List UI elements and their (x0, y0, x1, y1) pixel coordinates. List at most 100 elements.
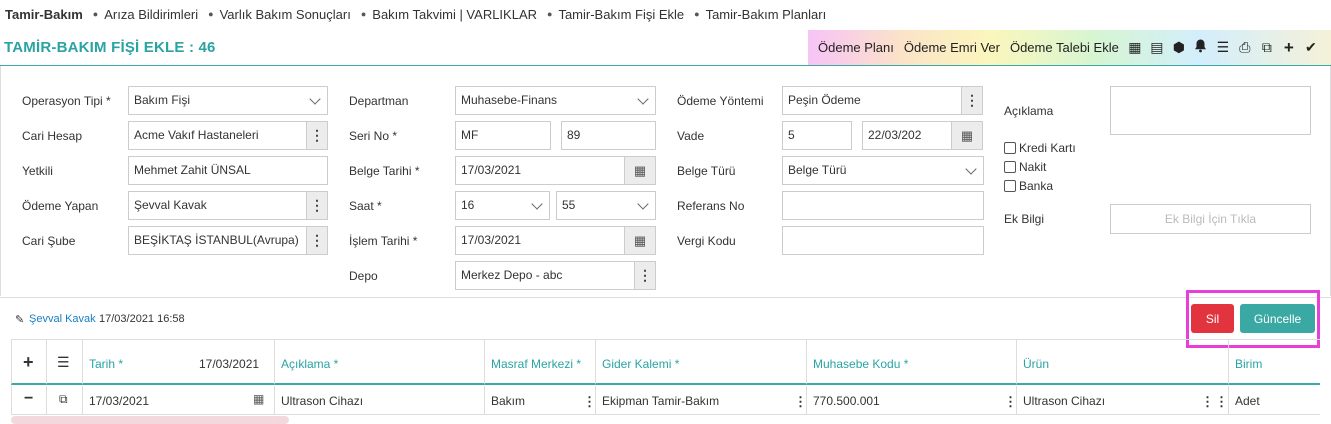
belge-tarihi-input[interactable]: 17/03/2021 (455, 156, 625, 185)
nav-item-planlar[interactable]: Tamir-Bakım Planları (706, 7, 827, 22)
aciklama-header-label: Açıklama * (281, 357, 339, 371)
kebab-icon[interactable]: ⋮ (794, 394, 807, 410)
audit-bar: ✎ Şevval Kavak 17/03/2021 16:58 Sil Günc… (0, 297, 1331, 339)
departman-label: Departman (349, 94, 409, 108)
aciklama-textarea[interactable] (1110, 86, 1311, 135)
ek-bilgi-button[interactable]: Ek Bilgi İçin Tıkla (1110, 204, 1311, 234)
banka-checkbox[interactable]: Banka (1004, 179, 1053, 193)
vergi-kodu-label: Vergi Kodu (677, 234, 736, 248)
calendar-icon[interactable]: ▦ (253, 392, 264, 406)
odeme-plani-link[interactable]: Ödeme Planı (808, 40, 899, 55)
kredi-karti-checkbox[interactable]: Kredi Kartı (1004, 141, 1076, 155)
add-row-header: + (11, 339, 47, 385)
kebab-icon[interactable]: ⋮ (1201, 394, 1214, 410)
sira-no-input[interactable]: 89 (561, 121, 656, 150)
table-row-muhasebe[interactable]: 770.500.001 ⋮ (807, 386, 1017, 415)
horizontal-scrollbar[interactable] (11, 416, 289, 424)
list-icon[interactable]: ☰ (57, 354, 70, 371)
audit-user-link[interactable]: Şevval Kavak (29, 313, 96, 325)
page-header: TAMİR-BAKIM FİŞİ EKLE : 46 Ödeme Planı Ö… (0, 30, 1331, 66)
operasyon-tipi-select[interactable]: Bakım Fişi (128, 86, 328, 115)
cari-sube-input[interactable]: BEŞİKTAŞ İSTANBUL(Avrupa) (128, 226, 307, 255)
table-row: − (11, 386, 47, 415)
minus-icon[interactable]: − (24, 390, 33, 408)
islem-tarihi-label: İşlem Tarihi * (349, 234, 418, 248)
table-row-gider[interactable]: Ekipman Tamir-Bakım ⋮ (596, 386, 807, 415)
table-row-birim[interactable]: Adet (1229, 386, 1320, 415)
odeme-emri-link[interactable]: Ödeme Emri Ver (899, 40, 1005, 55)
row-muhasebe-value: 770.500.001 (813, 394, 880, 408)
kebab-icon[interactable]: ⋮ (583, 394, 596, 410)
nav-item-takvim[interactable]: Bakım Takvimi | VARLIKLAR (372, 7, 537, 22)
copy-icon[interactable]: ⧉ (59, 392, 68, 407)
cari-sube-menu-icon[interactable]: ⋮ (306, 226, 328, 255)
bell-icon[interactable] (1190, 39, 1212, 56)
row-birim-value: Adet (1235, 394, 1260, 408)
seri-no-input[interactable]: MF (455, 121, 551, 150)
odeme-yapan-menu-icon[interactable]: ⋮ (306, 191, 328, 220)
plus-icon[interactable]: + (23, 352, 34, 373)
referans-no-label: Referans No (677, 199, 745, 213)
referans-no-input[interactable] (782, 191, 984, 220)
print-icon[interactable]: ⎙ (1234, 39, 1256, 56)
saat-minute-select[interactable]: 55 (556, 191, 656, 220)
nakit-checkbox[interactable]: Nakit (1004, 160, 1046, 174)
bullet-icon: ● (208, 9, 214, 19)
copy-icon[interactable]: ⧉ (1256, 39, 1278, 56)
calendar-icon[interactable]: ▦ (624, 156, 656, 185)
saat-minute-value: 55 (562, 198, 576, 212)
plus-icon[interactable]: + (1278, 38, 1300, 58)
calculator-icon[interactable]: ▤ (1146, 39, 1168, 56)
row-aciklama-value: Ultrason Cihazı (281, 394, 364, 408)
checkbox-box[interactable] (1004, 142, 1016, 154)
odeme-yontemi-label: Ödeme Yöntemi (677, 94, 764, 108)
kebab-icon[interactable]: ⋮ (1215, 394, 1228, 410)
vade-input[interactable]: 5 (782, 121, 852, 150)
saat-hour-select[interactable]: 16 (455, 191, 550, 220)
gider-header-label: Gider Kalemi * (602, 357, 680, 371)
vergi-kodu-input[interactable] (782, 226, 984, 255)
table-row-tarih[interactable]: 17/03/2021 ▦ (83, 386, 275, 415)
cari-hesap-input[interactable]: Acme Vakıf Hastaneleri (128, 121, 307, 150)
calendar-icon[interactable]: ▦ (624, 226, 656, 255)
depo-input[interactable]: Merkez Depo - abc (455, 261, 635, 290)
list-icon[interactable]: ☰ (1212, 39, 1234, 56)
row-masraf-value: Bakım (491, 394, 526, 408)
table-row-masraf[interactable]: Bakım ⋮ (485, 386, 596, 415)
odeme-yontemi-menu-icon[interactable]: ⋮ (961, 86, 983, 115)
nav-item-tamir-bakim[interactable]: Tamir-Bakım (5, 7, 83, 22)
table-row-aciklama[interactable]: Ultrason Cihazı (275, 386, 485, 415)
checkbox-box[interactable] (1004, 161, 1016, 173)
table-row-urun[interactable]: Ultrason Cihazı ⋮ ⋮ (1017, 386, 1229, 415)
birim-header: Birim (1229, 339, 1320, 385)
check-icon[interactable]: ✔ (1300, 39, 1322, 56)
bullet-icon: ● (547, 9, 553, 19)
checkbox-box[interactable] (1004, 180, 1016, 192)
departman-select[interactable]: Muhasebe-Finans (455, 86, 656, 115)
islem-tarihi-input[interactable]: 17/03/2021 (455, 226, 625, 255)
depo-menu-icon[interactable]: ⋮ (634, 261, 656, 290)
calendar-icon[interactable]: ▦ (951, 121, 983, 150)
masraf-header: Masraf Merkezi * (485, 339, 596, 385)
odeme-talebi-link[interactable]: Ödeme Talebi Ekle (1005, 40, 1124, 55)
saat-label: Saat * (349, 199, 382, 213)
tarih-header: Tarih * 17/03/2021 (83, 339, 275, 385)
odeme-yontemi-input[interactable]: Peşin Ödeme (782, 86, 962, 115)
nav-item-fis-ekle[interactable]: Tamir-Bakım Fişi Ekle (558, 7, 684, 22)
nav-item-ariza[interactable]: Arıza Bildirimleri (104, 7, 198, 22)
table-icon[interactable]: ▦ (1124, 39, 1146, 56)
cari-hesap-menu-icon[interactable]: ⋮ (306, 121, 328, 150)
ek-bilgi-label: Ek Bilgi (1004, 212, 1045, 226)
vade-tarihi-input[interactable]: 22/03/202 (862, 121, 952, 150)
row-tarih-value: 17/03/2021 (89, 394, 150, 408)
belge-turu-select[interactable]: Belge Türü (782, 156, 984, 185)
nav-item-varlik[interactable]: Varlık Bakım Sonuçları (220, 7, 351, 22)
box-icon[interactable]: ⬢ (1168, 39, 1190, 56)
yetkili-input[interactable]: Mehmet Zahit ÜNSAL (128, 156, 328, 185)
top-navigation: Tamir-Bakım ● Arıza Bildirimleri ● Varlı… (0, 0, 1331, 28)
odeme-yapan-input[interactable]: Şevval Kavak (128, 191, 307, 220)
header-toolbar: Ödeme Planı Ödeme Emri Ver Ödeme Talebi … (808, 30, 1331, 65)
seri-no-label: Seri No * (349, 129, 398, 143)
kebab-icon[interactable]: ⋮ (1004, 394, 1017, 410)
audit-timestamp: 17/03/2021 16:58 (99, 313, 185, 325)
